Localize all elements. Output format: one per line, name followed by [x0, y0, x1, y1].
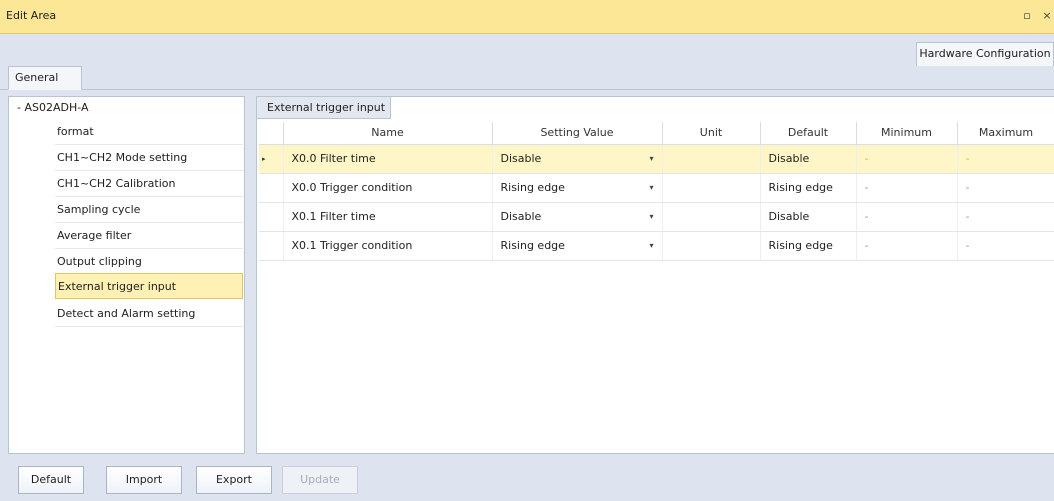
- cell-unit: [662, 231, 761, 261]
- import-button[interactable]: Import: [106, 466, 182, 494]
- setting-value-dropdown[interactable]: Disable ▾: [492, 144, 663, 174]
- current-row-indicator-icon: ▸: [259, 144, 284, 174]
- restore-icon[interactable]: ▫: [1020, 9, 1034, 22]
- dropdown-arrow-icon[interactable]: ▾: [649, 183, 653, 192]
- table-header-row: Name Setting Value Unit Default Minimum …: [259, 122, 1054, 145]
- column-header-default[interactable]: Default: [760, 122, 857, 145]
- settings-panel: External trigger input Name Setting Valu…: [256, 96, 1054, 454]
- dropdown-arrow-icon[interactable]: ▾: [649, 212, 653, 221]
- table-row[interactable]: X0.0 Trigger condition Rising edge ▾ Risi…: [259, 173, 1054, 203]
- default-button[interactable]: Default: [18, 466, 84, 494]
- setting-value-dropdown[interactable]: Disable ▾: [492, 202, 663, 232]
- table-row[interactable]: X0.1 Trigger condition Rising edge ▾ Risi…: [259, 231, 1054, 261]
- cell-minimum: -: [856, 144, 958, 174]
- tab-external-trigger-input[interactable]: External trigger input: [257, 97, 391, 119]
- title-bar: Edit Area ▫ ×: [0, 0, 1054, 34]
- tree-root-module[interactable]: - AS02ADH-A: [17, 101, 89, 114]
- update-button[interactable]: Update: [282, 466, 358, 494]
- column-header-indicator: [259, 122, 284, 145]
- cell-name: X0.0 Filter time: [283, 144, 493, 174]
- cell-default: Rising edge: [760, 231, 857, 261]
- tree-item-output-clipping[interactable]: Output clipping: [55, 249, 243, 275]
- cell-minimum: -: [856, 202, 958, 232]
- export-button[interactable]: Export: [196, 466, 272, 494]
- tree-item-sampling-cycle[interactable]: Sampling cycle: [55, 197, 243, 223]
- column-header-maximum[interactable]: Maximum: [957, 122, 1054, 145]
- setting-value-dropdown[interactable]: Rising edge ▾: [492, 231, 663, 261]
- tree-item-mode-setting[interactable]: CH1~CH2 Mode setting: [55, 145, 243, 171]
- column-header-name[interactable]: Name: [283, 122, 493, 145]
- tree-item-format[interactable]: format: [55, 119, 243, 145]
- cell-maximum: -: [957, 231, 1054, 261]
- row-indicator-cell: [259, 173, 284, 203]
- cell-default: Disable: [760, 144, 857, 174]
- cell-name: X0.1 Trigger condition: [283, 231, 493, 261]
- tab-strip: General: [0, 66, 1054, 90]
- window-title: Edit Area: [6, 9, 57, 22]
- tree-item-average-filter[interactable]: Average filter: [55, 223, 243, 249]
- column-header-setting-value[interactable]: Setting Value: [492, 122, 663, 145]
- tree-item-external-trigger-input[interactable]: External trigger input: [55, 273, 243, 299]
- cell-default: Rising edge: [760, 173, 857, 203]
- cell-name: X0.0 Trigger condition: [283, 173, 493, 203]
- table-row[interactable]: X0.1 Filter time Disable ▾ Disable - -: [259, 202, 1054, 232]
- setting-value-text: Disable: [500, 152, 542, 165]
- close-icon[interactable]: ×: [1040, 9, 1054, 22]
- button-bar: Default Import Export Update: [0, 457, 1054, 501]
- dropdown-arrow-icon[interactable]: ▾: [649, 241, 653, 250]
- setting-value-text: Rising edge: [500, 239, 565, 252]
- cell-minimum: -: [856, 173, 958, 203]
- cell-unit: [662, 202, 761, 232]
- cell-maximum: -: [957, 144, 1054, 174]
- row-indicator-cell: [259, 231, 284, 261]
- tree-item-detect-alarm-setting[interactable]: Detect and Alarm setting: [55, 301, 243, 327]
- cell-maximum: -: [957, 202, 1054, 232]
- cell-name: X0.1 Filter time: [283, 202, 493, 232]
- cell-unit: [662, 173, 761, 203]
- setting-value-dropdown[interactable]: Rising edge ▾: [492, 173, 663, 203]
- cell-maximum: -: [957, 173, 1054, 203]
- tab-general[interactable]: General: [8, 66, 82, 90]
- parameter-table: Name Setting Value Unit Default Minimum …: [259, 122, 1054, 261]
- cell-default: Disable: [760, 202, 857, 232]
- cell-minimum: -: [856, 231, 958, 261]
- settings-tree: - AS02ADH-A format CH1~CH2 Mode setting …: [8, 96, 245, 454]
- tab-hardware-configuration[interactable]: Hardware Configuration: [916, 42, 1054, 66]
- row-indicator-cell: [259, 202, 284, 232]
- column-header-minimum[interactable]: Minimum: [856, 122, 958, 145]
- tree-item-calibration[interactable]: CH1~CH2 Calibration: [55, 171, 243, 197]
- cell-unit: [662, 144, 761, 174]
- dropdown-arrow-icon[interactable]: ▾: [649, 154, 653, 163]
- setting-value-text: Disable: [500, 210, 542, 223]
- setting-value-text: Rising edge: [500, 181, 565, 194]
- table-row[interactable]: ▸ X0.0 Filter time Disable ▾ Disable - -: [259, 144, 1054, 174]
- column-header-unit[interactable]: Unit: [662, 122, 761, 145]
